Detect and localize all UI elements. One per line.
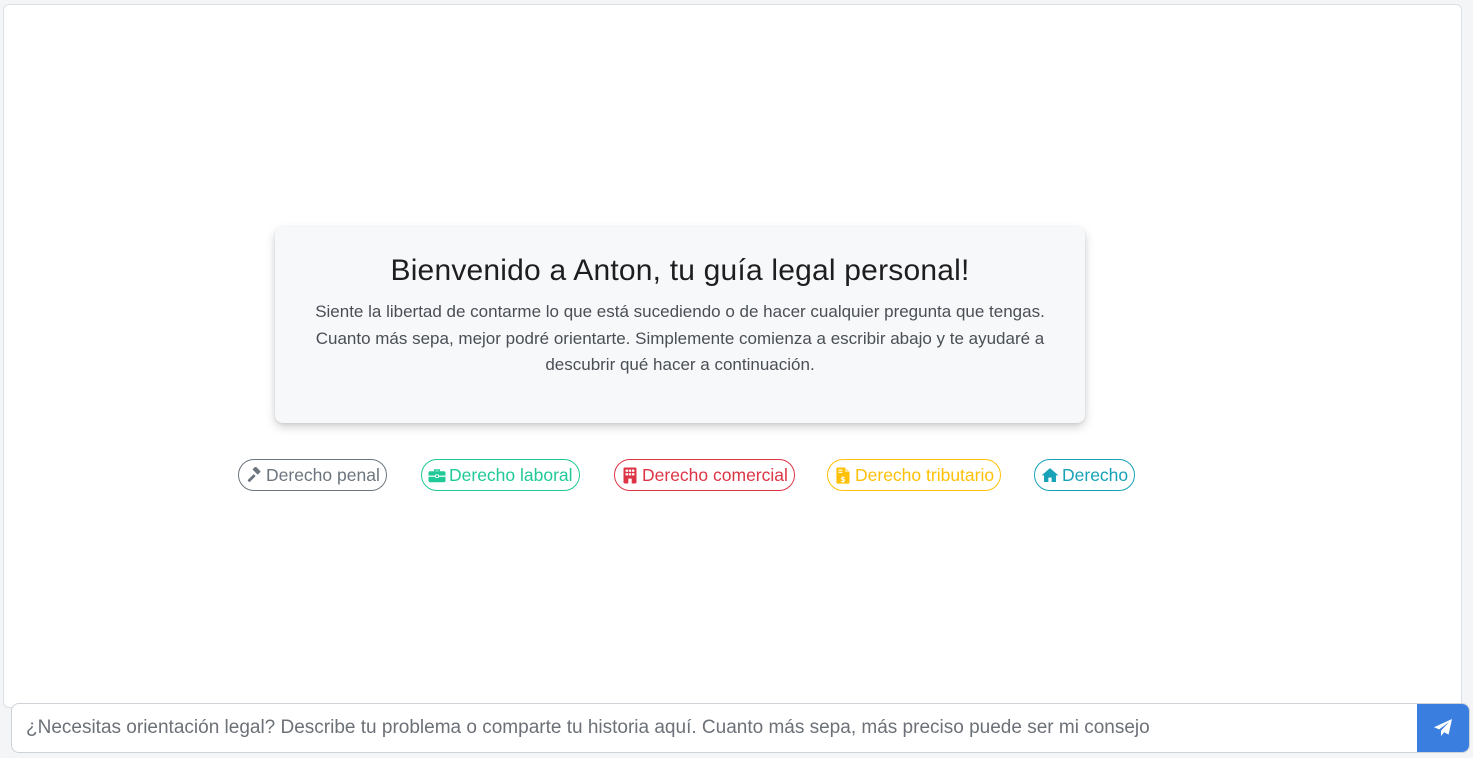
topic-chip-derecho-vivienda[interactable]: Derecho [1034, 459, 1135, 491]
message-input[interactable] [12, 704, 1418, 752]
gavel-icon [245, 466, 263, 484]
topic-chip-derecho-laboral[interactable]: Derecho laboral [421, 459, 580, 491]
topic-chip-label: Derecho [1062, 464, 1129, 485]
topic-chip-label: Derecho tributario [855, 464, 995, 485]
app-root: Bienvenido a Anton, tu guía legal person… [0, 0, 1473, 758]
briefcase-icon [428, 466, 446, 484]
topic-chip-label: Derecho laboral [449, 464, 573, 485]
topic-chip-derecho-penal[interactable]: Derecho penal [238, 459, 387, 491]
chat-area: Bienvenido a Anton, tu guía legal person… [3, 4, 1462, 708]
topic-chip-derecho-comercial[interactable]: Derecho comercial [614, 459, 795, 491]
topic-chips: Derecho penal Derecho laboral Derecho co… [235, 458, 1135, 492]
topic-chip-label: Derecho comercial [642, 464, 788, 485]
invoice-dollar-icon: $ [834, 466, 852, 484]
topic-chip-derecho-tributario[interactable]: $ Derecho tributario [827, 459, 1002, 491]
paper-plane-icon [1433, 718, 1453, 738]
message-composer [11, 703, 1470, 753]
svg-text:$: $ [840, 474, 845, 483]
topic-chip-label: Derecho penal [266, 464, 380, 485]
home-icon [1041, 466, 1059, 484]
welcome-card: Bienvenido a Anton, tu guía legal person… [275, 227, 1085, 423]
send-button[interactable] [1417, 704, 1469, 752]
welcome-title: Bienvenido a Anton, tu guía legal person… [390, 254, 970, 287]
building-icon [621, 466, 639, 484]
welcome-message: Siente la libertad de contarme lo que es… [315, 302, 1045, 374]
